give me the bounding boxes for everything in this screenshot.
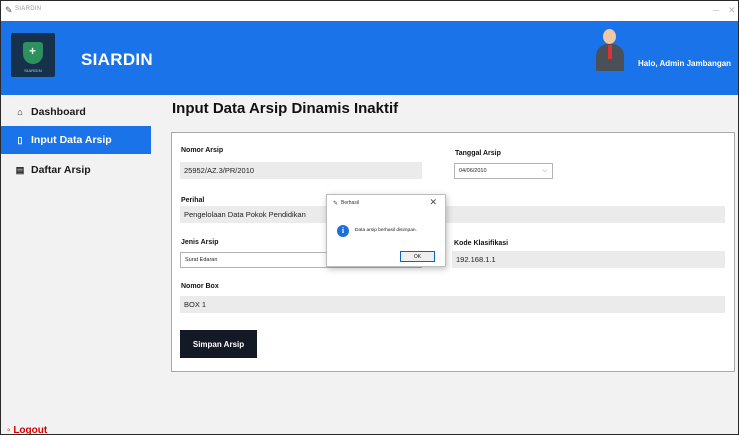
dialog-close-button[interactable]: ✕ xyxy=(429,197,437,208)
sidebar: ⌂ Dashboard ▯ Input Data Arsip ▤ Daftar … xyxy=(1,95,151,434)
close-window-button[interactable]: ✕ xyxy=(728,5,736,15)
tanggal-arsip-value: 04/06/2010 xyxy=(459,168,487,174)
dialog-message: Data arsip berhasil disimpan. xyxy=(355,228,417,233)
nomor-arsip-label: Nomor Arsip xyxy=(181,147,224,154)
window-titlebar: ✎ SIARDIN ─ ✕ xyxy=(1,1,738,21)
form-card: Nomor Arsip 25952/AZ.3/PR/2010 Tanggal A… xyxy=(171,132,735,372)
tanggal-arsip-label: Tanggal Arsip xyxy=(455,150,501,157)
info-icon: i xyxy=(337,225,349,237)
page-title: Input Data Arsip Dinamis Inaktif xyxy=(172,100,399,117)
sidebar-item-label: Input Data Arsip xyxy=(31,134,112,146)
list-icon: ▤ xyxy=(15,164,25,175)
sidebar-item-dashboard[interactable]: ⌂ Dashboard xyxy=(1,98,151,126)
feather-icon: ✎ xyxy=(5,5,13,15)
sidebar-item-daftar-arsip[interactable]: ▤ Daftar Arsip xyxy=(1,156,151,184)
app-window: ✎ SIARDIN ─ ✕ + SIARDIN SIARDIN Halo, Ad… xyxy=(0,0,739,435)
app-header: + SIARDIN SIARDIN Halo, Admin Jambangan xyxy=(1,21,738,95)
dialog-title: Berhasil xyxy=(341,200,360,206)
user-greeting: Halo, Admin Jambangan xyxy=(638,59,732,68)
brand-name: SIARDIN xyxy=(81,50,153,69)
simpan-arsip-button[interactable]: Simpan Arsip xyxy=(180,330,257,358)
perihal-label: Perihal xyxy=(181,197,205,204)
nomor-box-label: Nomor Box xyxy=(181,283,219,290)
logo-text: SIARDIN xyxy=(24,68,42,73)
sidebar-item-label: Dashboard xyxy=(31,106,86,118)
kode-klasifikasi-field[interactable]: 192.168.1.1 xyxy=(452,251,725,268)
user-avatar-icon xyxy=(595,27,625,71)
cross-icon: + xyxy=(29,44,37,58)
window-title: SIARDIN xyxy=(15,6,42,12)
sidebar-item-input-data-arsip[interactable]: ▯ Input Data Arsip xyxy=(1,126,151,154)
feather-icon: ✎ xyxy=(333,201,339,207)
logout-link[interactable]: ◦ Logout xyxy=(7,425,47,434)
avatar-tie xyxy=(608,45,612,59)
dialog-ok-button[interactable]: OK xyxy=(400,251,435,262)
nomor-arsip-field[interactable]: 25952/AZ.3/PR/2010 xyxy=(180,162,422,179)
home-icon: ⌂ xyxy=(17,107,23,117)
app-logo: + SIARDIN xyxy=(11,33,55,77)
success-dialog: ✎ Berhasil ✕ i Data arsip berhasil disim… xyxy=(326,194,446,267)
jenis-arsip-label: Jenis Arsip xyxy=(181,239,219,246)
sidebar-item-label: Daftar Arsip xyxy=(31,164,91,176)
kode-klasifikasi-label: Kode Klasifikasi xyxy=(454,240,509,247)
document-icon: ▯ xyxy=(17,134,23,145)
jenis-arsip-value: Surat Edaran xyxy=(185,257,218,263)
avatar-head xyxy=(603,29,616,44)
nomor-box-field[interactable]: BOX 1 xyxy=(180,296,725,313)
chevron-down-icon: ⌵ xyxy=(542,168,547,174)
perihal-field[interactable]: Pengelolaan Data Pokok Pendidikan xyxy=(180,206,725,223)
minimize-button[interactable]: ─ xyxy=(713,5,719,15)
tanggal-arsip-picker[interactable]: 04/06/2010 ⌵ xyxy=(454,163,553,179)
